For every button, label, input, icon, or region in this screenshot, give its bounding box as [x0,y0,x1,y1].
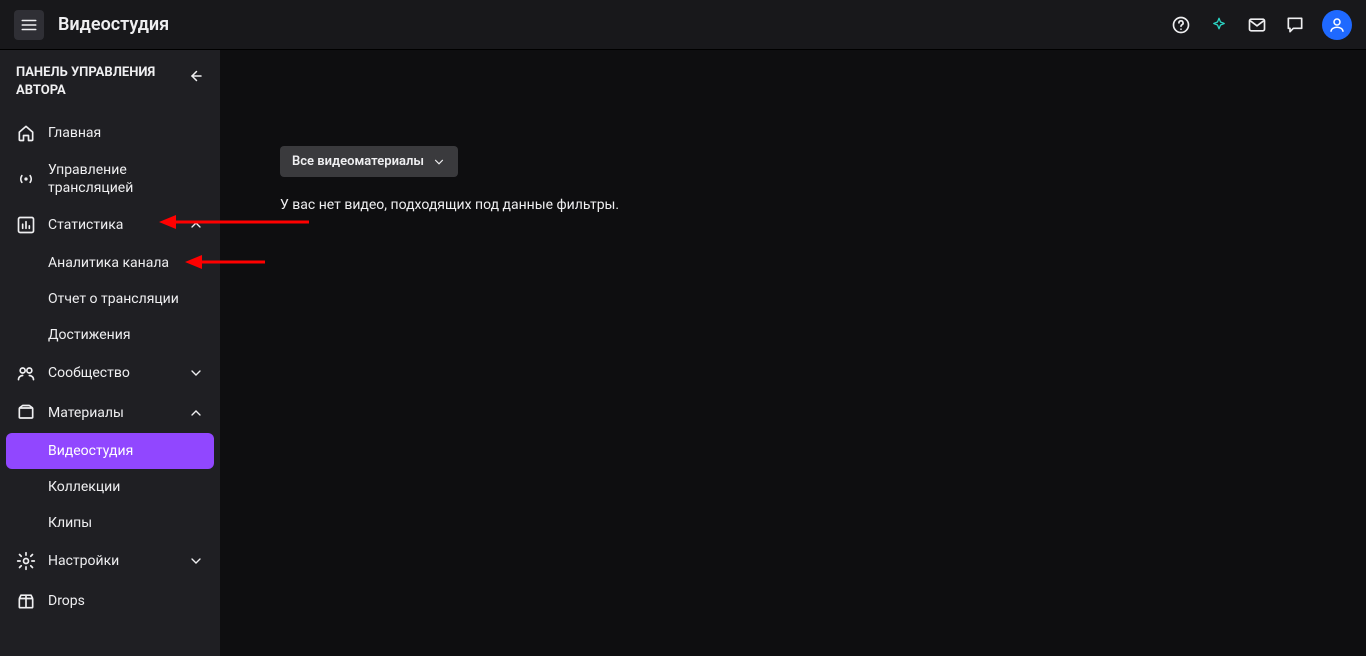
sidebar-item-stream-management[interactable]: Управление трансляцией [0,153,220,205]
sidebar-item-home[interactable]: Главная [0,113,220,153]
sidebar-sub-video-studio[interactable]: Видеостудия [6,433,214,469]
sidebar-sub-achievements[interactable]: Достижения [0,317,220,353]
sidebar-sub-stream-report[interactable]: Отчет о трансляции [0,281,220,317]
broadcast-icon [16,169,36,189]
empty-state-message: У вас нет видео, подходящих под данные ф… [220,177,1366,213]
sidebar-title: ПАНЕЛЬ УПРАВЛЕНИЯ АВТОРА [16,64,186,99]
chevron-down-icon [432,155,446,169]
collapse-sidebar-button[interactable] [186,66,204,86]
filter-label: Все видеоматериалы [292,154,424,169]
chevron-up-icon [188,405,204,421]
sidebar-header: ПАНЕЛЬ УПРАВЛЕНИЯ АВТОРА [0,64,220,113]
chevron-up-icon [188,217,204,233]
sidebar-label-statistics: Статистика [48,216,176,234]
chat-button[interactable] [1284,14,1306,36]
sidebar-item-settings[interactable]: Настройки [0,541,220,581]
menu-button[interactable] [14,10,44,40]
help-button[interactable] [1170,14,1192,36]
inbox-button[interactable] [1246,14,1268,36]
drops-icon [16,591,36,611]
hamburger-icon [20,16,38,34]
page-title: Видеостудия [58,14,169,35]
collapse-icon [186,67,204,85]
sidebar-label-settings: Настройки [48,552,176,570]
gear-icon [16,551,36,571]
chevron-down-icon [188,365,204,381]
top-bar-left: Видеостудия [14,10,169,40]
mail-icon [1247,15,1267,35]
sidebar-label-home: Главная [48,124,204,142]
sidebar-sub-clips[interactable]: Клипы [0,505,220,541]
top-bar-right [1170,10,1352,40]
sidebar-sub-collections[interactable]: Коллекции [0,469,220,505]
main-content: Все видеоматериалы У вас нет видео, подх… [220,50,1366,656]
sparkle-button[interactable] [1208,14,1230,36]
materials-icon [16,403,36,423]
filter-dropdown[interactable]: Все видеоматериалы [280,146,458,177]
sidebar-sub-channel-analytics[interactable]: Аналитика канала [0,245,220,281]
sidebar-label-community: Сообщество [48,364,176,382]
chart-icon [16,215,36,235]
chevron-down-icon [188,553,204,569]
sidebar-item-drops[interactable]: Drops [0,581,220,621]
sidebar-label-drops: Drops [48,592,204,610]
top-bar: Видеостудия [0,0,1366,50]
home-icon [16,123,36,143]
user-avatar[interactable] [1322,10,1352,40]
sidebar-item-statistics[interactable]: Статистика [0,205,220,245]
sparkle-icon [1210,16,1228,34]
help-icon [1171,15,1191,35]
chat-icon [1285,15,1305,35]
sidebar: ПАНЕЛЬ УПРАВЛЕНИЯ АВТОРА Главная Управле… [0,50,220,656]
community-icon [16,363,36,383]
user-icon [1328,16,1346,34]
sidebar-label-stream-management: Управление трансляцией [48,161,204,197]
filter-row: Все видеоматериалы [220,50,1366,177]
body: ПАНЕЛЬ УПРАВЛЕНИЯ АВТОРА Главная Управле… [0,50,1366,656]
sidebar-item-community[interactable]: Сообщество [0,353,220,393]
sidebar-label-materials: Материалы [48,404,176,422]
sidebar-item-materials[interactable]: Материалы [0,393,220,433]
